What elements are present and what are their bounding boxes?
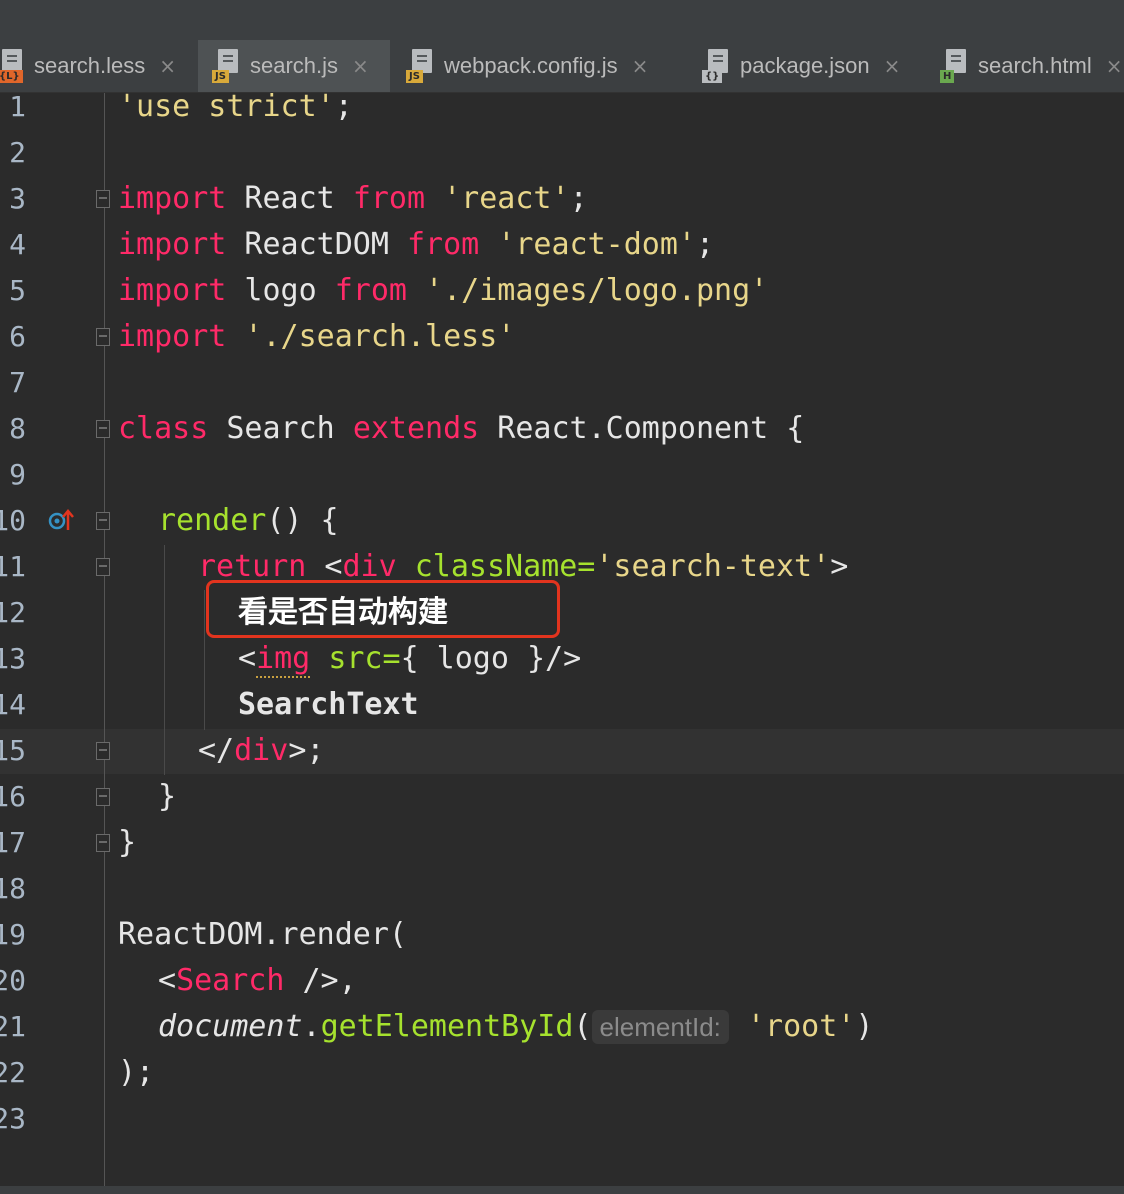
fold-icon[interactable] [96, 742, 110, 760]
parameter-hint: elementId: [591, 1010, 729, 1044]
close-icon[interactable]: × [159, 54, 176, 78]
close-icon[interactable]: × [884, 54, 901, 78]
code-line: 5 import logo from './images/logo.png' [0, 268, 1124, 314]
line-number: 8 [9, 412, 26, 445]
tab-label: webpack.config.js [444, 53, 618, 78]
code-line: 9 [0, 452, 1124, 498]
code-line: 18 [0, 866, 1124, 912]
line-number: 22 [0, 1056, 26, 1089]
line-number: 5 [9, 274, 26, 307]
code-line: 20 <Search />, [0, 958, 1124, 1004]
tab-label: search.js [250, 53, 339, 78]
js-file-icon: JS [212, 49, 242, 83]
line-number: 10 [0, 504, 26, 537]
line-number: 9 [9, 458, 26, 491]
annotation-highlight-box [206, 580, 560, 638]
line-number: 20 [0, 964, 26, 997]
close-icon[interactable]: × [1106, 54, 1123, 78]
status-strip [0, 1186, 1124, 1194]
line-number: 1 [9, 90, 26, 123]
line-number: 3 [9, 182, 26, 215]
line-number: 7 [9, 366, 26, 399]
override-method-icon[interactable] [48, 508, 74, 532]
line-number: 16 [0, 780, 26, 813]
line-number: 4 [9, 228, 26, 261]
tab-label: search.html [978, 53, 1092, 78]
code-line: 17 } [0, 820, 1124, 866]
line-number: 2 [9, 136, 26, 169]
code-line: 22 ); [0, 1050, 1124, 1096]
line-number: 23 [0, 1102, 26, 1135]
code-line: 23 [0, 1096, 1124, 1142]
fold-icon[interactable] [96, 834, 110, 852]
line-number: 14 [0, 688, 26, 721]
fold-icon[interactable] [96, 512, 110, 530]
line-number: 13 [0, 642, 26, 675]
code-line: 19 ReactDOM.render( [0, 912, 1124, 958]
fold-icon[interactable] [96, 558, 110, 576]
less-file-icon: {L} [0, 49, 26, 83]
line-number: 19 [0, 918, 26, 951]
close-icon[interactable]: × [632, 54, 649, 78]
code-line: 3 import React from 'react'; [0, 176, 1124, 222]
fold-icon[interactable] [96, 420, 110, 438]
code-line: 7 [0, 360, 1124, 406]
window-titlebar [0, 0, 1124, 40]
code-line: 14 SearchText [0, 682, 1124, 728]
line-number: 15 [0, 734, 26, 767]
code-line: 4 import ReactDOM from 'react-dom'; [0, 222, 1124, 268]
js-file-icon: JS [406, 49, 436, 83]
code-line: 13 <img src={ logo }/> [0, 636, 1124, 682]
tab-label: package.json [740, 53, 870, 78]
tab-label: search.less [34, 53, 146, 78]
line-number: 11 [0, 550, 26, 583]
code-line: 21 document.getElementById(elementId: 'r… [0, 1004, 1124, 1050]
code-line: 2 [0, 130, 1124, 176]
code-line: 15 </div>; [0, 728, 1124, 774]
line-number: 12 [0, 596, 26, 629]
line-number: 17 [0, 826, 26, 859]
code-line: 11 return <div className='search-text'> [0, 544, 1124, 590]
code-line: 16 } [0, 774, 1124, 820]
line-number: 6 [9, 320, 26, 353]
line-number: 21 [0, 1010, 26, 1043]
close-icon[interactable]: × [352, 54, 369, 78]
fold-icon[interactable] [96, 190, 110, 208]
code-line: 10 render() { [0, 498, 1124, 544]
code-line: 8 class Search extends React.Component { [0, 406, 1124, 452]
fold-icon[interactable] [96, 788, 110, 806]
html-file-icon: H [940, 49, 970, 83]
code-line: 6 import './search.less' [0, 314, 1124, 360]
code-line: 1 'use strict'; [0, 84, 1124, 130]
json-file-icon: {} [702, 49, 732, 83]
code-line: 12 看是否自动构建 [0, 590, 1124, 636]
line-number: 18 [0, 872, 26, 905]
fold-icon[interactable] [96, 328, 110, 346]
